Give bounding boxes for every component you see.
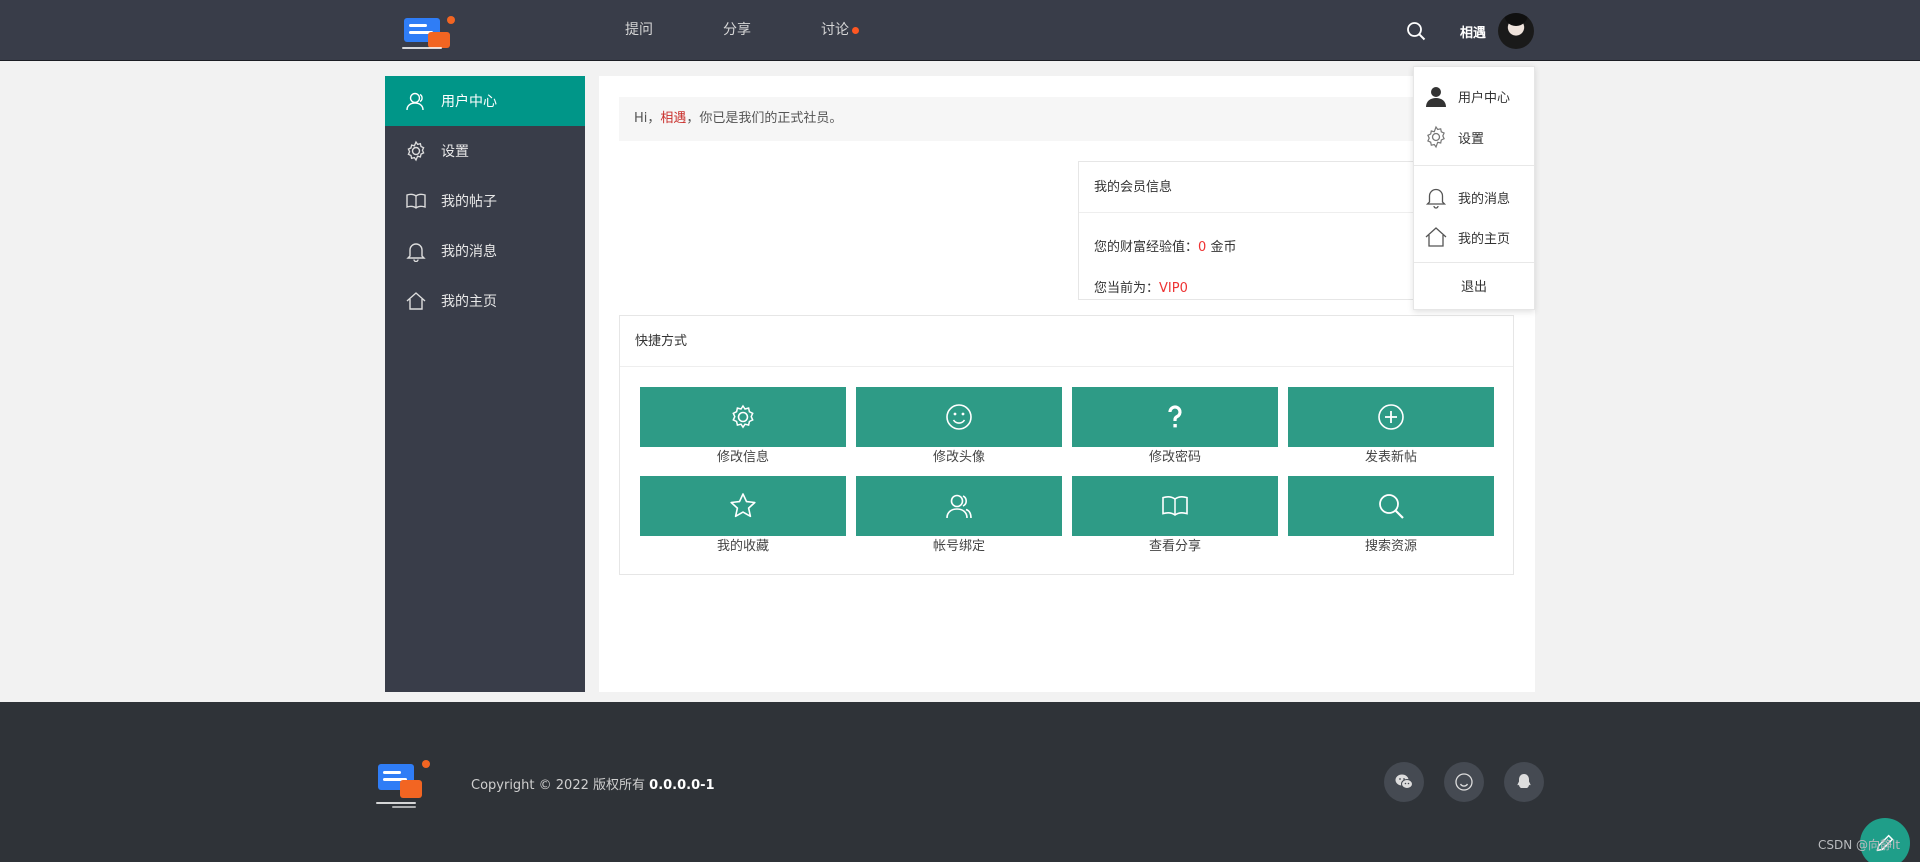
page-footer: Copyright © 2022 版权所有 0.0.0.0-1 [0, 702, 1920, 862]
shortcut-label: 修改密码 [1148, 450, 1201, 465]
shortcut-favorites[interactable]: 我的收藏 [640, 476, 846, 565]
book-icon [406, 193, 426, 209]
dropdown-divider [1414, 165, 1534, 166]
dropdown-label: 我的主页 [1458, 231, 1511, 247]
search-icon [1379, 494, 1404, 519]
copyright-label: Copyright © 2022 版权所有 [471, 778, 646, 793]
sidebar-item-settings[interactable]: 设置 [385, 126, 585, 176]
gear-icon [732, 404, 754, 429]
shortcut-grid: 修改信息 修改头像 修改密码 发表新帖 我的收藏 帐号绑定 查看分享 搜索资源 [640, 387, 1496, 565]
shortcut-label: 修改信息 [716, 450, 769, 465]
dropdown-label: 设置 [1458, 131, 1485, 147]
shortcut-label: 我的收藏 [716, 539, 769, 554]
footer-logo [376, 758, 434, 810]
greeting-suffix: ，你已是我们的正式社员。 [686, 111, 843, 126]
sidebar-item-label: 用户中心 [441, 94, 497, 110]
avatar[interactable] [1498, 13, 1534, 49]
plus-circle-icon [1378, 404, 1404, 430]
sidebar-item-messages[interactable]: 我的消息 [385, 226, 585, 276]
gear-icon [407, 140, 425, 162]
notification-dot [852, 27, 859, 34]
shortcuts-card: 快捷方式 修改信息 修改头像 修改密码 发表新帖 我的收藏 帐号绑定 查看分享 … [619, 315, 1514, 575]
dropdown-messages[interactable]: 我的消息 [1414, 178, 1534, 216]
dropdown-homepage[interactable]: 我的主页 [1414, 218, 1534, 256]
dropdown-divider [1414, 262, 1534, 263]
dropdown-label: 我的消息 [1458, 191, 1511, 207]
sidebar-item-label: 我的主页 [441, 294, 497, 310]
book-icon [1162, 496, 1188, 516]
shortcut-account-binding[interactable]: 帐号绑定 [856, 476, 1062, 565]
sidebar-item-user-center[interactable]: 用户中心 [385, 76, 585, 126]
question-icon [1168, 405, 1182, 428]
bell-icon [406, 243, 426, 262]
bell-icon [1425, 188, 1447, 209]
qq-icon[interactable] [1504, 762, 1544, 802]
nav-label: 提问 [625, 22, 653, 38]
version-label: 0.0.0.0-1 [649, 778, 715, 793]
shortcut-new-post[interactable]: 发表新帖 [1288, 387, 1494, 476]
shortcut-label: 查看分享 [1148, 539, 1201, 554]
footer-social-icons [1384, 762, 1564, 802]
sidebar-item-homepage[interactable]: 我的主页 [385, 276, 585, 326]
copyright-text: Copyright © 2022 版权所有 0.0.0.0-1 [471, 774, 715, 793]
sidebar-item-label: 我的帖子 [441, 194, 497, 210]
greeting-username[interactable]: 相遇 [660, 111, 686, 126]
gear-icon [1427, 125, 1445, 149]
shortcut-label: 帐号绑定 [932, 539, 985, 554]
wealth-value: 0 [1198, 240, 1207, 255]
star-icon [730, 493, 756, 518]
user-sidebar: 用户中心 设置 我的帖子 我的消息 我的主页 [385, 76, 585, 692]
vip-value: VIP0 [1159, 281, 1188, 296]
wealth-unit: 金币 [1210, 240, 1237, 255]
wealth-label: 您的财富经验值： [1094, 240, 1199, 255]
dropdown-label: 用户中心 [1458, 90, 1511, 106]
home-icon [1425, 227, 1447, 247]
top-navbar: 提问 分享 讨论 相遇 [0, 0, 1920, 61]
sidebar-item-label: 我的消息 [441, 244, 497, 260]
user-icon [1426, 87, 1446, 107]
main-nav: 提问 分享 讨论 [625, 0, 919, 61]
shortcut-edit-password[interactable]: 修改密码 [1072, 387, 1278, 476]
shortcuts-title: 快捷方式 [620, 316, 1513, 367]
shortcut-edit-avatar[interactable]: 修改头像 [856, 387, 1062, 476]
users-icon [946, 494, 972, 519]
main-panel: Hi，相遇，你已是我们的正式社员。 我的会员信息 您的财富经验值：0 金币 您当… [599, 76, 1535, 692]
nav-ask[interactable]: 提问 [625, 0, 653, 61]
smile-icon [946, 404, 972, 430]
sidebar-item-my-posts[interactable]: 我的帖子 [385, 176, 585, 226]
logout-button[interactable]: 退出 [1414, 266, 1534, 304]
site-logo[interactable] [402, 14, 460, 52]
header-username[interactable]: 相遇 [1460, 22, 1486, 41]
vip-label: 您当前为： [1094, 281, 1160, 296]
nav-label: 讨论 [821, 22, 849, 38]
shortcut-label: 修改头像 [932, 450, 985, 465]
wechat-icon[interactable] [1384, 762, 1424, 802]
sidebar-item-label: 设置 [441, 144, 469, 160]
user-icon [406, 92, 424, 111]
home-icon [406, 292, 426, 310]
shortcut-search-resources[interactable]: 搜索资源 [1288, 476, 1494, 565]
user-dropdown-menu: 用户中心 设置 我的消息 我的主页 退出 [1413, 66, 1535, 310]
watermark: CSDN @向静lt [1818, 838, 1901, 852]
smile-icon[interactable] [1444, 762, 1484, 802]
shortcut-label: 搜索资源 [1364, 539, 1417, 554]
shortcut-view-shares[interactable]: 查看分享 [1072, 476, 1278, 565]
dropdown-settings[interactable]: 设置 [1414, 118, 1534, 156]
shortcut-edit-info[interactable]: 修改信息 [640, 387, 846, 476]
welcome-banner: Hi，相遇，你已是我们的正式社员。 [619, 97, 1515, 141]
nav-label: 分享 [723, 22, 751, 38]
dropdown-user-center[interactable]: 用户中心 [1414, 77, 1534, 115]
nav-share[interactable]: 分享 [723, 0, 751, 61]
search-icon[interactable] [1406, 21, 1426, 41]
greeting-prefix: Hi， [634, 111, 661, 126]
nav-discuss[interactable]: 讨论 [821, 0, 859, 61]
shortcut-label: 发表新帖 [1364, 450, 1417, 465]
